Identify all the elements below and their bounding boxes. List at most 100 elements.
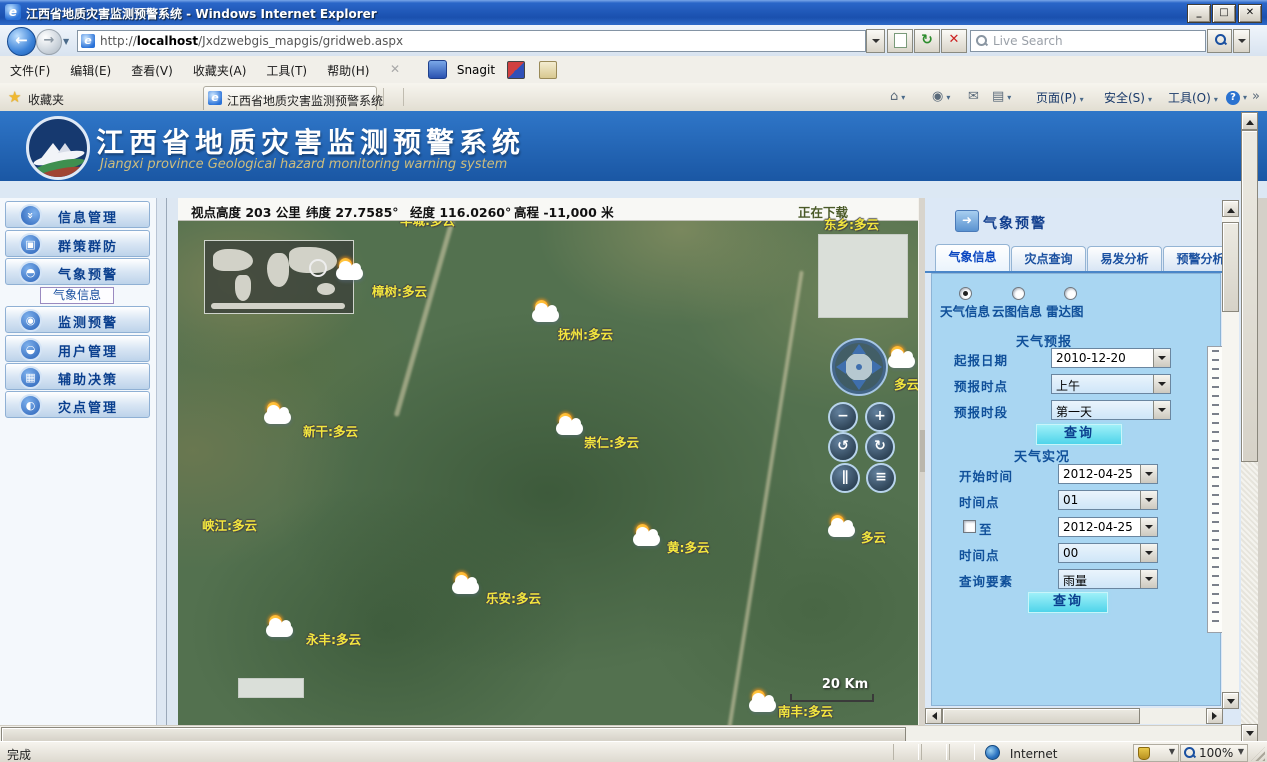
dropdown-arrow-icon[interactable] — [1140, 491, 1157, 509]
actual-combo-0[interactable]: 2012-04-25 — [1058, 464, 1158, 484]
weather-marker-icon[interactable] — [532, 300, 562, 326]
print-button[interactable]: ▤▾ — [992, 89, 1011, 104]
tab-weather-info[interactable]: 气象信息 — [935, 244, 1010, 272]
scroll-down-button[interactable] — [1241, 724, 1258, 742]
snagit-capture-icon[interactable] — [507, 61, 525, 79]
sidebar-item-2[interactable]: ◓气象预警 — [5, 258, 150, 285]
scroll-down-button[interactable] — [1222, 692, 1239, 709]
sidebar-item-6[interactable]: ▦辅助决策 — [5, 363, 150, 390]
maximize-button[interactable]: □ — [1212, 4, 1236, 23]
map-viewport[interactable]: 正在下载 视点高度 203 公里纬度 27.7585°经度 116.0260°高… — [178, 198, 918, 725]
dropdown-arrow-icon[interactable] — [1140, 518, 1157, 536]
scroll-up-button[interactable] — [1241, 112, 1258, 130]
forecast-query-button[interactable]: 查询 — [1036, 424, 1122, 445]
snagit-icon[interactable] — [428, 60, 447, 79]
snagit-edit-icon[interactable] — [539, 61, 557, 79]
protected-mode-button[interactable]: ▼ — [1133, 744, 1179, 762]
home-button[interactable]: ⌂▾ — [890, 89, 905, 104]
menu-item-0[interactable]: 文件(F) — [0, 56, 60, 79]
search-input[interactable]: Live Search — [970, 30, 1206, 52]
weather-marker-icon[interactable] — [264, 402, 294, 428]
actual-combo-1[interactable]: 01 — [1058, 490, 1158, 510]
page-vertical-scrollbar[interactable] — [1241, 112, 1258, 741]
sidebar-splitter[interactable] — [157, 198, 178, 725]
zoom-out-button[interactable]: − — [828, 402, 858, 432]
search-options-dropdown[interactable] — [1233, 29, 1250, 53]
tilt-down-button[interactable]: ≡ — [866, 463, 896, 493]
weather-marker-icon[interactable] — [888, 346, 918, 372]
safety-menu-button[interactable]: 安全(S)▾ — [1104, 89, 1152, 106]
recent-pages-dropdown-icon[interactable]: ▼ — [63, 37, 69, 46]
page-menu-button[interactable]: 页面(P)▾ — [1036, 89, 1084, 106]
rotate-right-button[interactable]: ↻ — [865, 432, 895, 462]
rotate-left-button[interactable]: ↺ — [828, 432, 858, 462]
search-go-button[interactable] — [1207, 29, 1232, 53]
radio-0[interactable] — [959, 287, 972, 300]
pan-right-icon[interactable] — [872, 360, 882, 374]
refresh-button[interactable]: ↻ — [914, 29, 940, 53]
address-bar[interactable]: e http://localhost/Jxdzwebgis_mapgis/gri… — [77, 30, 866, 52]
scroll-thumb[interactable] — [1222, 222, 1239, 312]
scroll-thumb[interactable] — [1241, 130, 1258, 462]
stop-button[interactable]: ✕ — [941, 29, 967, 53]
weather-marker-icon[interactable] — [336, 258, 366, 284]
feeds-button[interactable]: ◉▾ — [932, 89, 950, 104]
close-button[interactable]: ✕ — [1238, 4, 1262, 23]
menu-item-3[interactable]: 收藏夹(A) — [183, 56, 257, 79]
actual-combo-2[interactable]: 2012-04-25 — [1058, 517, 1158, 537]
panel-horizontal-scrollbar[interactable] — [925, 708, 1223, 724]
pan-up-icon[interactable] — [852, 344, 866, 354]
dropdown-arrow-icon[interactable] — [1140, 544, 1157, 562]
dropdown-arrow-icon[interactable] — [1153, 349, 1170, 367]
weather-marker-icon[interactable] — [556, 413, 586, 439]
radio-2[interactable] — [1064, 287, 1077, 300]
dropdown-arrow-icon[interactable] — [1153, 401, 1170, 419]
forecast-combo-2[interactable]: 第一天 — [1051, 400, 1171, 420]
scroll-thumb[interactable] — [1, 727, 906, 742]
weather-marker-icon[interactable] — [633, 524, 663, 550]
weather-marker-icon[interactable] — [828, 515, 858, 541]
pan-compass-control[interactable] — [830, 338, 888, 396]
actual-combo-3[interactable]: 00 — [1058, 543, 1158, 563]
scroll-right-button[interactable] — [1206, 708, 1223, 724]
weather-marker-icon[interactable] — [749, 690, 779, 716]
title-bar[interactable]: e 江西省地质灾害监测预警系统 - Windows Internet Explo… — [0, 0, 1267, 25]
sidebar-item-7[interactable]: ◐灾点管理 — [5, 391, 150, 418]
tools-menu-button[interactable]: 工具(O)▾ — [1168, 89, 1218, 106]
minimize-button[interactable]: _ — [1187, 4, 1211, 23]
page-tab[interactable]: e 江西省地质灾害监测预警系统 — [203, 86, 377, 110]
menu-item-1[interactable]: 编辑(E) — [60, 56, 121, 79]
resize-grip[interactable] — [1251, 747, 1265, 761]
forward-button[interactable]: → — [36, 29, 62, 55]
menu-item-2[interactable]: 查看(V) — [121, 56, 183, 79]
address-dropdown-button[interactable] — [866, 29, 885, 53]
actual-query-button[interactable]: 查询 — [1028, 592, 1108, 613]
zoom-in-button[interactable]: + — [865, 402, 895, 432]
favorites-star-icon[interactable]: ★ — [8, 88, 21, 106]
dropdown-arrow-icon[interactable] — [1153, 375, 1170, 393]
pan-down-icon[interactable] — [852, 380, 866, 390]
back-button[interactable]: ← — [7, 27, 36, 56]
compatibility-view-button[interactable] — [887, 29, 913, 53]
menu-item-4[interactable]: 工具(T) — [256, 56, 317, 79]
sidebar-subitem-weather-info[interactable]: 气象信息 — [40, 287, 114, 304]
scroll-thumb[interactable] — [942, 708, 1140, 724]
tab-disaster-query[interactable]: 灾点查询 — [1011, 246, 1086, 272]
dropdown-arrow-icon[interactable] — [1140, 570, 1157, 588]
pan-left-icon[interactable] — [836, 360, 846, 374]
sidebar-item-4[interactable]: ◉监测预警 — [5, 306, 150, 333]
weather-marker-icon[interactable] — [266, 615, 296, 641]
snagit-label[interactable]: Snagit — [457, 63, 495, 77]
forecast-combo-0[interactable]: 2010-12-20 — [1051, 348, 1171, 368]
weather-marker-icon[interactable] — [452, 572, 482, 598]
panel-vertical-scrollbar[interactable] — [1222, 200, 1239, 709]
menu-item-5[interactable]: 帮助(H) — [317, 56, 379, 79]
toolbar-close-icon[interactable]: ✕ — [390, 62, 400, 76]
tilt-up-button[interactable]: ∥ — [830, 463, 860, 493]
sidebar-item-1[interactable]: ▣群策群防 — [5, 230, 150, 257]
zoom-control[interactable]: 100% ▼ — [1180, 744, 1248, 762]
scroll-left-button[interactable] — [925, 708, 942, 724]
tab-susceptibility-analysis[interactable]: 易发分析 — [1087, 246, 1162, 272]
page-horizontal-scrollbar[interactable] — [0, 725, 1241, 742]
favorites-button[interactable]: 收藏夹 — [28, 91, 64, 108]
